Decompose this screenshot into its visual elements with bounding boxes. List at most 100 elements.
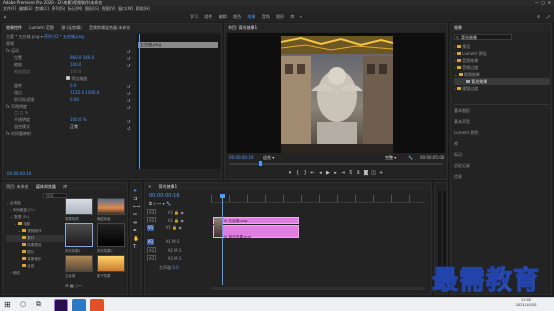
- search-icon[interactable]: ○: [20, 300, 26, 308]
- lock-icon[interactable]: 🔒: [172, 225, 177, 230]
- tree-item[interactable]: 素材: [6, 235, 64, 242]
- master-volume[interactable]: 0.0: [172, 265, 178, 270]
- media-thumbnail[interactable]: [65, 198, 93, 215]
- property-row[interactable]: 等比缩放: [6, 76, 134, 82]
- media-search-field[interactable]: 搜索: [43, 193, 67, 198]
- panel-lumetri-color[interactable]: Lumetri 颜色: [454, 127, 550, 138]
- tab-program[interactable]: 节目: 背光效果1: [225, 24, 260, 32]
- ellipse-mask-icon[interactable]: ◯: [14, 110, 18, 116]
- track-target[interactable]: V1: [147, 225, 155, 231]
- tree-item[interactable]: › 网络: [6, 270, 64, 277]
- panel-essential-sound[interactable]: 基本声音: [454, 116, 550, 127]
- solo-button[interactable]: S: [177, 239, 180, 244]
- tree-item[interactable]: 图片: [6, 249, 64, 256]
- menu-clip[interactable]: 剪辑(C): [35, 6, 49, 11]
- track-target[interactable]: V2: [147, 217, 157, 223]
- effect-controls-timecode[interactable]: 00:00:00:16: [7, 171, 31, 176]
- zoom-slider-icon[interactable]: ○—: [75, 283, 83, 288]
- tab-lumetri-scopes[interactable]: Lumetri 范围: [26, 24, 57, 32]
- effects-group[interactable]: › 预设: [454, 43, 550, 50]
- tab-audio-mixer[interactable]: 音频剪辑混合器:未命名: [86, 24, 133, 32]
- reset-icon[interactable]: ↺: [127, 97, 135, 104]
- media-thumbnail[interactable]: [97, 223, 125, 247]
- lock-icon[interactable]: 🔒: [174, 218, 179, 223]
- panel-essential-graphics[interactable]: 基本图形: [454, 105, 550, 116]
- timeline-ruler[interactable]: [211, 195, 425, 203]
- eye-icon[interactable]: ◉: [178, 225, 182, 230]
- media-thumbnail[interactable]: [65, 255, 93, 272]
- property-row[interactable]: 防闪烁滤镜 0.00: [6, 97, 134, 103]
- mute-button[interactable]: M: [174, 248, 177, 253]
- property-row[interactable]: 位置 960.0 540.0: [6, 55, 134, 61]
- menu-markers[interactable]: 标记(M): [68, 6, 83, 11]
- menu-edit[interactable]: 编辑(E): [19, 6, 33, 11]
- tree-item[interactable]: ⌄ 电影: [6, 221, 64, 228]
- effects-group[interactable]: › 音频过渡: [454, 64, 550, 71]
- start-icon[interactable]: ⊞: [4, 300, 11, 309]
- reset-icon[interactable]: ↺: [127, 118, 135, 125]
- menu-graphics[interactable]: 图形(G): [85, 6, 99, 11]
- premiere-taskbar-icon[interactable]: [54, 299, 68, 311]
- opacity-value[interactable]: 100.0 %: [70, 117, 87, 123]
- close-icon[interactable]: ✕: [145, 183, 154, 191]
- slip-tool-icon[interactable]: ⇹: [133, 219, 140, 227]
- solo-button[interactable]: S: [179, 256, 182, 261]
- task-view-icon[interactable]: ⧉: [36, 300, 41, 309]
- media-thumbnail[interactable]: [97, 255, 125, 272]
- mark-out-icon[interactable]: }: [302, 170, 308, 176]
- razor-tool-icon[interactable]: ✂: [133, 211, 140, 219]
- reset-icon[interactable]: ↺: [127, 62, 135, 69]
- eye-icon[interactable]: ◉: [180, 210, 184, 215]
- flicker-value[interactable]: 0.00: [70, 97, 79, 103]
- panel-history[interactable]: 历史记录: [454, 160, 550, 171]
- add-marker-icon[interactable]: ▾: [287, 170, 293, 176]
- list-view-icon[interactable]: ☰: [65, 283, 69, 288]
- effects-search-field[interactable]: ⚲ 背光效果: [454, 34, 512, 40]
- comparison-view-icon[interactable]: ◫: [371, 170, 377, 176]
- panel-markers[interactable]: 标记: [454, 149, 550, 160]
- step-forward-icon[interactable]: ▸: [333, 170, 339, 176]
- scale-value[interactable]: 100.0: [70, 62, 81, 68]
- tab-media-browser[interactable]: 媒体浏览器: [33, 183, 59, 191]
- reset-icon[interactable]: ↺: [127, 104, 135, 111]
- home-icon[interactable]: ⌂: [4, 14, 7, 19]
- tree-item[interactable]: ⌄ 数据 (D:): [6, 214, 64, 221]
- go-to-out-icon[interactable]: ⇥: [340, 170, 346, 176]
- tab-effect-controls[interactable]: 效果控件: [3, 24, 25, 32]
- workspace-editing[interactable]: 编辑: [219, 14, 227, 19]
- reset-icon[interactable]: ↺: [127, 83, 135, 90]
- track-target[interactable]: A3: [147, 255, 157, 261]
- fullscreen-icon[interactable]: ⤢: [547, 14, 550, 19]
- mark-in-icon[interactable]: {: [295, 170, 301, 176]
- checkbox-icon[interactable]: [66, 76, 70, 80]
- program-timecode-left[interactable]: 00:00:00:16: [229, 155, 253, 160]
- mini-playhead[interactable]: [139, 34, 140, 169]
- anchor-value[interactable]: 1125.0 1500.0: [70, 90, 99, 96]
- property-row[interactable]: 缩放 100.0: [6, 62, 134, 68]
- effects-group[interactable]: ⌄ 视频效果: [454, 71, 550, 78]
- property-row[interactable]: 缩放宽度 100.0: [6, 69, 134, 75]
- pen-mask-icon[interactable]: ✎: [25, 110, 28, 116]
- search-icon[interactable]: ⚲: [537, 14, 540, 19]
- blend-mode-select[interactable]: 正常: [70, 124, 78, 130]
- timeline-clip[interactable]: fx 背光效果.png: [213, 225, 299, 239]
- timeline-timecode[interactable]: 00:00:00:16: [149, 193, 180, 199]
- track-target[interactable]: V3: [147, 209, 157, 215]
- icon-view-icon[interactable]: ▦: [70, 283, 74, 288]
- panel-libraries[interactable]: 库: [454, 138, 550, 149]
- pen-tool-icon[interactable]: ✒: [133, 227, 140, 235]
- position-value[interactable]: 960.0 540.0: [70, 55, 94, 61]
- workspace-graphics[interactable]: 图形: [276, 14, 284, 19]
- workspace-libraries[interactable]: 库: [291, 14, 295, 19]
- app-taskbar-icon[interactable]: [90, 299, 104, 311]
- menu-file[interactable]: 文件(F): [3, 6, 16, 11]
- tab-project[interactable]: 项目: 未命名: [3, 183, 32, 191]
- hand-tool-icon[interactable]: ✋: [133, 235, 140, 243]
- tree-item[interactable]: 背景音乐: [6, 256, 64, 263]
- timeline-clip[interactable]: fx 五台城.png: [213, 217, 299, 224]
- scale-width-value[interactable]: 100.0: [70, 69, 81, 75]
- menu-view[interactable]: 视图(V): [102, 6, 116, 11]
- play-icon[interactable]: ▶: [325, 170, 331, 176]
- media-thumbnail-selected[interactable]: [65, 223, 93, 247]
- program-video-frame[interactable]: [281, 36, 393, 154]
